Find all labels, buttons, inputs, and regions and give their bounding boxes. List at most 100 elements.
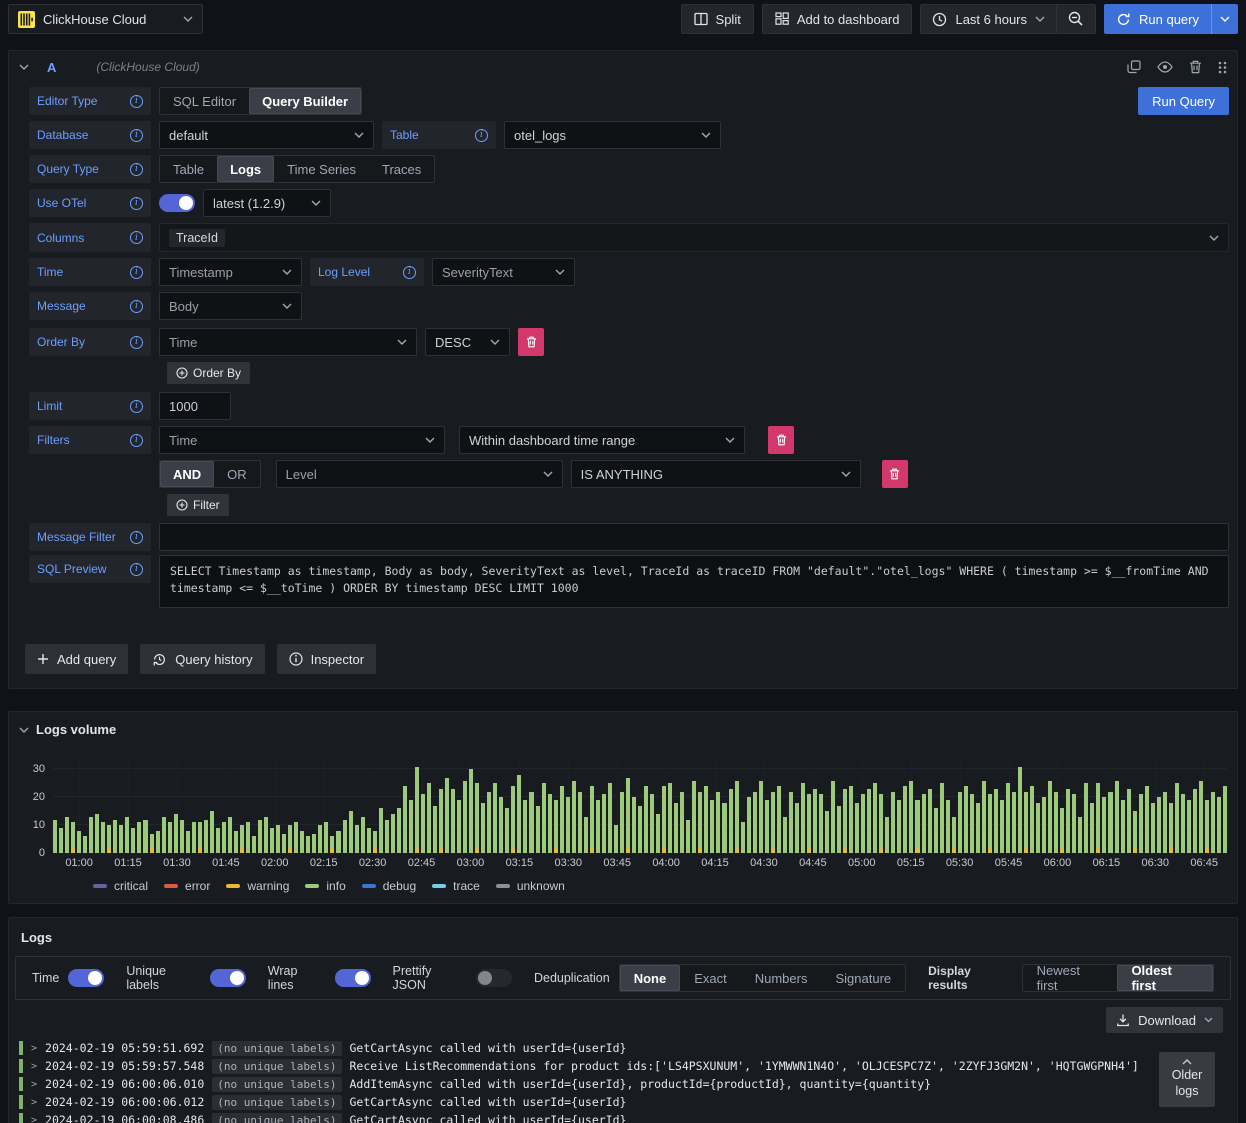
editor-type-group-option-query-builder[interactable]: Query Builder [249,88,362,114]
use-otel-toggle[interactable] [159,194,195,212]
volume-bar [324,822,329,853]
wrap-lines-toggle[interactable] [334,969,371,987]
info-icon[interactable]: i [130,196,143,210]
log-expand-arrow[interactable]: > [31,1097,37,1108]
otel-version-select[interactable]: latest (1.2.9) [203,189,331,217]
volume-bar [475,783,480,853]
column-tag[interactable]: TraceId [169,228,225,247]
filter-time-operator-select[interactable]: Within dashboard time range [459,426,745,454]
query-type-group-option-logs[interactable]: Logs [217,156,275,182]
filter-bool-group-option-and[interactable]: AND [160,461,215,487]
delete-query-icon[interactable] [1189,60,1202,74]
log-row[interactable]: >2024-02-19 05:59:57.548 (no unique label… [19,1057,1227,1075]
prettify-json-toggle[interactable] [475,969,512,987]
chevron-down-icon [701,132,711,138]
info-icon[interactable]: i [130,128,143,142]
order-by-field-select[interactable]: Time [159,328,417,356]
run-query-dropdown[interactable] [1211,4,1238,34]
info-icon[interactable]: i [130,265,143,279]
message-filter-input[interactable] [159,523,1229,551]
split-button[interactable]: Split [680,4,754,34]
query-type-group-option-traces[interactable]: Traces [369,156,434,182]
older-logs-label: Older [1171,1068,1203,1082]
download-button[interactable]: Download [1106,1007,1223,1033]
message-column-select[interactable]: Body [159,292,302,320]
drag-handle-icon[interactable] [1218,61,1227,74]
zoom-out-button[interactable] [1057,5,1095,33]
log-row[interactable]: >2024-02-19 05:59:51.692 (no unique label… [19,1039,1227,1057]
datasource-picker[interactable]: ClickHouse Cloud [8,4,203,34]
legend-item-error[interactable]: error [164,879,210,893]
remove-order-by-button[interactable] [518,328,544,356]
run-query-panel-button[interactable]: Run Query [1138,87,1229,115]
add-order-by-button[interactable]: Order By [167,362,251,384]
order-by-direction-select[interactable]: DESC [425,328,510,356]
legend-item-info[interactable]: info [305,879,346,893]
volume-bar [698,791,703,853]
run-query-button[interactable]: Run query [1104,4,1211,34]
unique-labels-toggle[interactable] [209,969,246,987]
info-icon[interactable]: i [130,299,143,313]
legend-item-unknown[interactable]: unknown [495,879,565,893]
deduplication-group-option-signature[interactable]: Signature [821,965,905,991]
filter-level-field-select[interactable]: Level [275,460,563,488]
time-toggle[interactable] [68,969,105,987]
deduplication-group-option-numbers[interactable]: Numbers [741,965,822,991]
deduplication-group-option-none[interactable]: None [619,965,681,991]
info-icon[interactable]: i [130,433,143,447]
log-expand-arrow[interactable]: > [31,1115,37,1123]
panel-title[interactable]: Logs volume [36,722,116,737]
database-select[interactable]: default [159,121,374,149]
log-row[interactable]: >2024-02-19 06:00:06.012 (no unique label… [19,1093,1227,1111]
hide-query-eye-icon[interactable] [1157,61,1173,73]
legend-item-trace[interactable]: trace [432,879,480,893]
display-results-group: Newest first Oldest first [1021,963,1214,993]
table-select[interactable]: otel_logs [504,121,721,149]
log-row[interactable]: >2024-02-19 06:00:08.486 (no unique label… [19,1111,1227,1123]
deduplication-group-option-exact[interactable]: Exact [680,965,741,991]
query-header[interactable]: A (ClickHouse Cloud) [9,51,1237,83]
info-icon[interactable]: i [130,335,143,349]
info-icon[interactable]: i [130,530,143,544]
volume-bar [716,791,721,853]
remove-level-filter-button[interactable] [881,460,908,488]
filter-level-operator-select[interactable]: IS ANYTHING [570,460,861,488]
remove-time-filter-button[interactable] [768,426,794,454]
info-icon[interactable]: i [130,562,143,576]
legend-item-warning[interactable]: warning [226,879,289,893]
add-filter-button[interactable]: Filter [167,494,229,516]
display-results-group-option-newest-first[interactable]: Newest first [1023,963,1118,993]
time-column-select[interactable]: Timestamp [159,258,302,286]
info-icon[interactable]: i [130,399,143,413]
info-icon[interactable]: i [130,94,143,108]
add-query-button[interactable]: Add query [25,644,129,674]
log-expand-arrow[interactable]: > [31,1043,37,1054]
query-type-group-option-table[interactable]: Table [160,156,217,182]
query-type-group-option-time-series[interactable]: Time Series [274,156,369,182]
filter-bool-group-option-or[interactable]: OR [214,461,260,487]
time-range-picker[interactable]: Last 6 hours [921,5,1056,33]
info-icon[interactable]: i [403,265,416,279]
limit-input[interactable]: 1000 [159,392,231,420]
editor-type-group-option-sql-editor[interactable]: SQL Editor [160,88,249,114]
log-row[interactable]: >2024-02-19 06:00:06.010 (no unique label… [19,1075,1227,1093]
legend-item-critical[interactable]: critical [93,879,148,893]
info-icon[interactable]: i [130,162,143,176]
collapse-chevron-icon[interactable] [19,727,29,733]
display-results-group-option-oldest-first[interactable]: Oldest first [1117,963,1213,993]
filter-time-field-select[interactable]: Time [159,426,445,454]
info-icon[interactable]: i [130,231,143,244]
toggle-label: Prettify JSON [392,964,432,992]
duplicate-query-icon[interactable] [1127,60,1141,74]
query-history-button[interactable]: Query history [140,644,265,674]
columns-multiselect[interactable]: TraceId [159,223,1229,252]
legend-item-debug[interactable]: debug [361,879,416,893]
log-level-select[interactable]: SeverityText [432,258,575,286]
log-expand-arrow[interactable]: > [31,1061,37,1072]
inspector-button[interactable]: Inspector [276,644,377,674]
older-logs-button[interactable]: Older logs [1159,1052,1215,1108]
log-expand-arrow[interactable]: > [31,1079,37,1090]
clock-icon [933,12,947,26]
add-to-dashboard-button[interactable]: Add to dashboard [761,4,913,34]
info-icon[interactable]: i [475,128,488,142]
